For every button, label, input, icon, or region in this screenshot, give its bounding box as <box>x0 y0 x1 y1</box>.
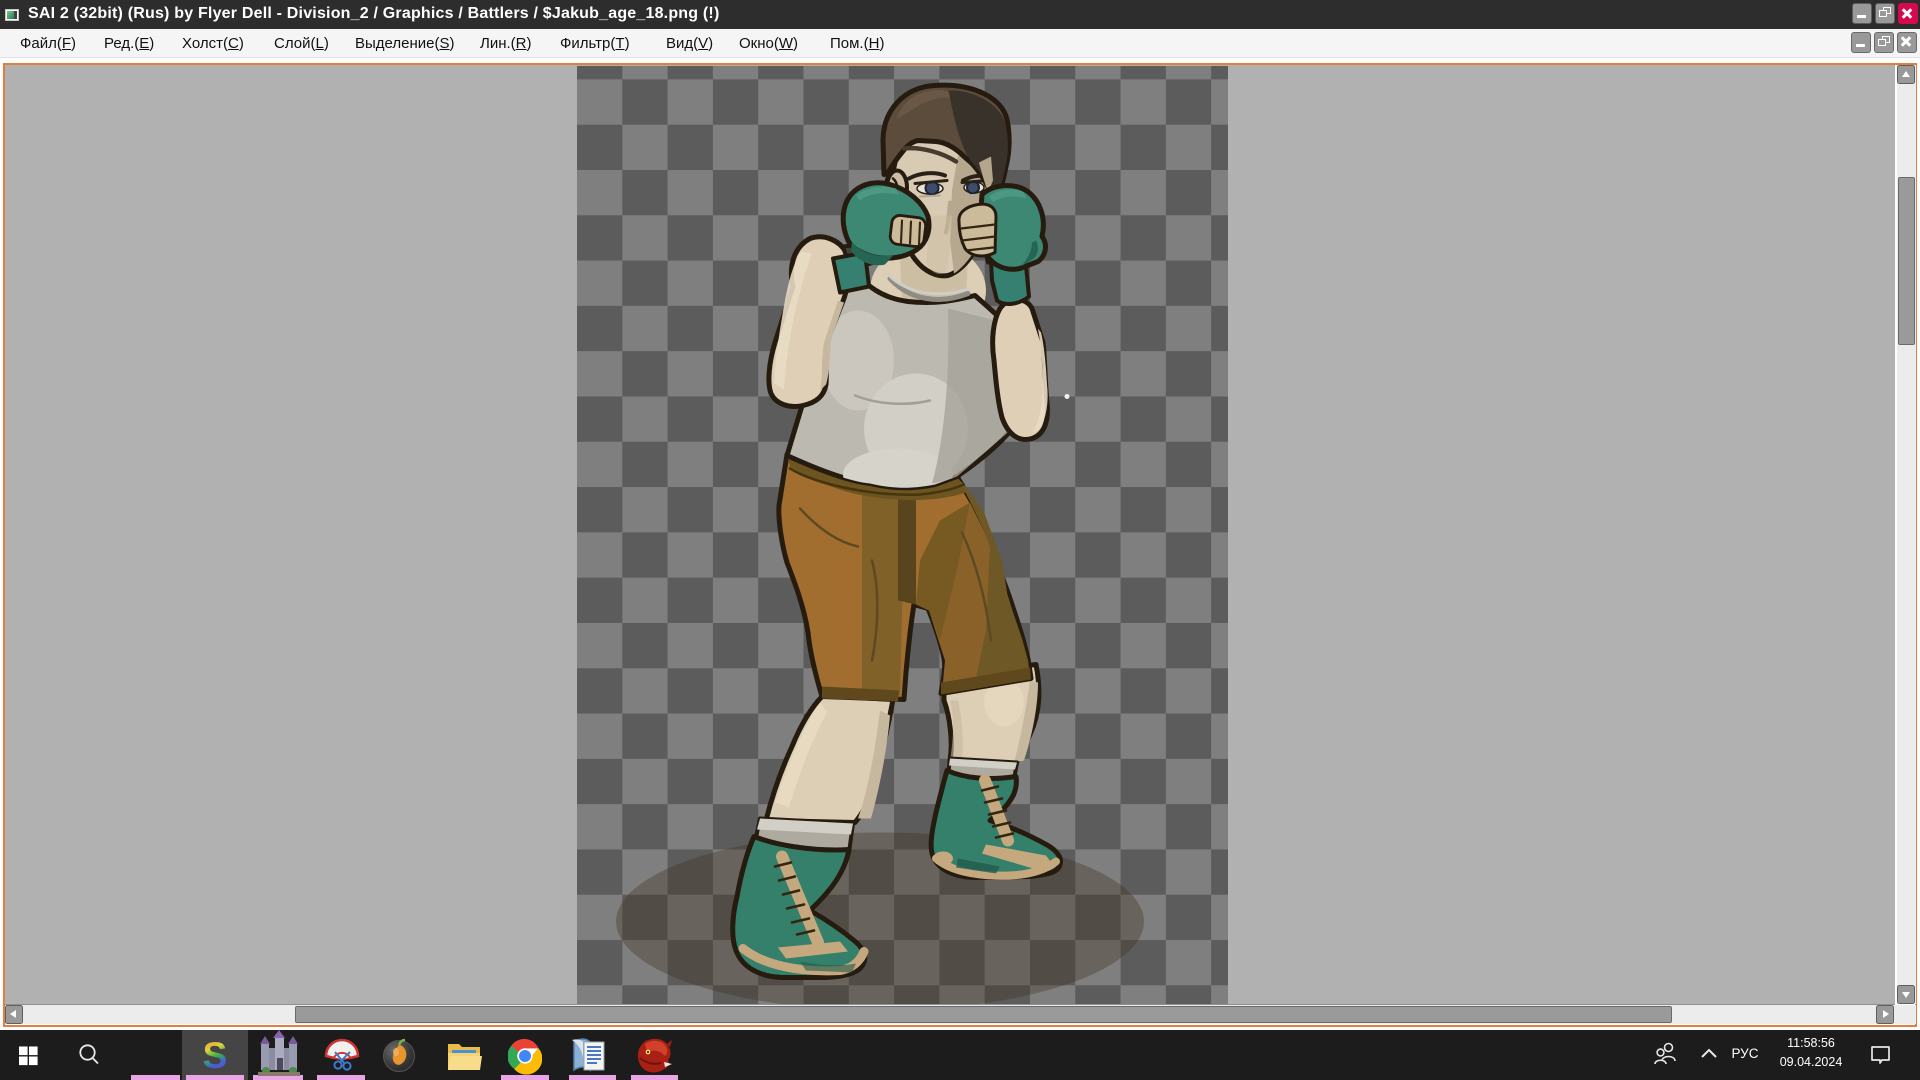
svg-text:S: S <box>203 1035 228 1076</box>
